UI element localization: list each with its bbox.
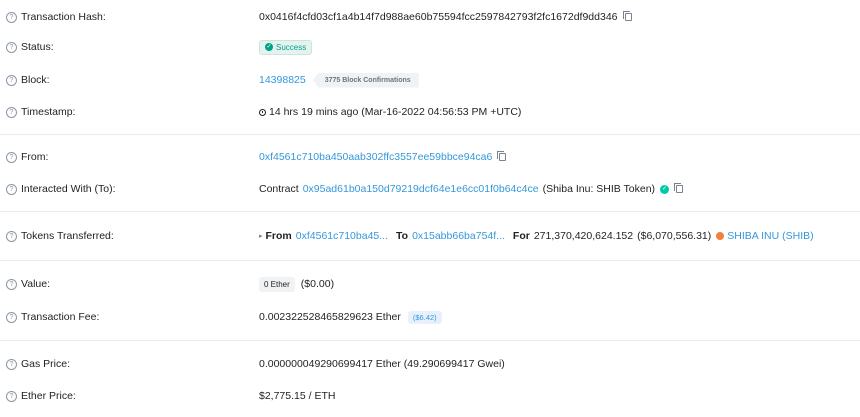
label-ether-price: Ether Price: bbox=[21, 390, 76, 402]
timestamp-value: 14 hrs 19 mins ago (Mar-16-2022 04:56:53… bbox=[269, 106, 522, 118]
block-number-link[interactable]: 14398825 bbox=[259, 74, 306, 86]
row-interacted-with: ? Interacted With (To): Contract 0x95ad6… bbox=[0, 178, 860, 200]
help-icon[interactable]: ? bbox=[6, 358, 17, 370]
label-group: ? Ether Price: bbox=[6, 390, 76, 402]
status-text: Success bbox=[276, 42, 307, 52]
check-circle-icon: ✓ bbox=[265, 43, 273, 51]
transaction-details: ? Transaction Hash: 0x0416f4cfd03cf1a4b1… bbox=[0, 0, 860, 417]
gas-price-value: 0.000000049290699417 Ether (49.290699417… bbox=[259, 358, 505, 370]
label-transaction-fee: Transaction Fee: bbox=[21, 311, 100, 323]
token-to-address-link[interactable]: 0x15abb66ba754f... bbox=[412, 230, 505, 242]
separator bbox=[0, 340, 860, 341]
row-tokens-transferred: ? Tokens Transferred: ▸ From 0xf4561c710… bbox=[0, 225, 860, 247]
separator bbox=[0, 260, 860, 261]
label-group: ? Gas Price: bbox=[6, 358, 70, 370]
label-transaction-hash: Transaction Hash: bbox=[21, 11, 106, 23]
fee-usd-badge: ($6.42) bbox=[407, 310, 442, 324]
value-group: ✓ Success bbox=[259, 39, 313, 55]
label-value: Value: bbox=[21, 278, 50, 290]
row-block: ? Block: 14398825 3775 Block Confirmatio… bbox=[0, 69, 860, 91]
separator bbox=[0, 211, 860, 212]
label-group: ? Timestamp: bbox=[6, 106, 75, 118]
value-group: 0.002322528465829623 Ether ($6.42) bbox=[259, 310, 442, 324]
value-group: ▸ From 0xf4561c710ba45... To 0x15abb66ba… bbox=[259, 230, 814, 242]
row-status: ? Status: ✓ Success bbox=[0, 36, 860, 58]
help-icon[interactable]: ? bbox=[6, 41, 17, 53]
token-from-label: From bbox=[265, 230, 292, 242]
row-gas-price: ? Gas Price: 0.000000049290699417 Ether … bbox=[0, 353, 860, 375]
label-group: ? Status: bbox=[6, 41, 54, 53]
label-gas-price: Gas Price: bbox=[21, 358, 71, 370]
from-address-link[interactable]: 0xf4561c710ba450aab302ffc3557ee59bbce94c… bbox=[259, 151, 492, 163]
row-ether-price: ? Ether Price: $2,775.15 / ETH bbox=[0, 385, 860, 407]
token-name-link[interactable]: SHIBA INU (SHIB) bbox=[727, 230, 813, 242]
value-group: Contract 0x95ad61b0a150d79219dcf64e1e6cc… bbox=[259, 183, 684, 195]
label-from: From: bbox=[21, 151, 49, 163]
label-group: ? Transaction Hash: bbox=[6, 11, 106, 23]
label-status: Status: bbox=[21, 41, 54, 53]
value-group: 14 hrs 19 mins ago (Mar-16-2022 04:56:53… bbox=[259, 106, 521, 118]
copy-icon[interactable] bbox=[622, 11, 632, 21]
ether-price-value: $2,775.15 / ETH bbox=[259, 390, 336, 402]
help-icon[interactable]: ? bbox=[6, 278, 17, 290]
separator bbox=[0, 134, 860, 135]
label-timestamp: Timestamp: bbox=[21, 106, 76, 118]
row-from: ? From: 0xf4561c710ba450aab302ffc3557ee5… bbox=[0, 146, 860, 168]
row-timestamp: ? Timestamp: 14 hrs 19 mins ago (Mar-16-… bbox=[0, 101, 860, 123]
clock-icon bbox=[259, 108, 266, 116]
label-group: ? Block: bbox=[6, 74, 50, 86]
row-transaction-hash: ? Transaction Hash: 0x0416f4cfd03cf1a4b1… bbox=[0, 6, 860, 28]
help-icon[interactable]: ? bbox=[6, 74, 17, 86]
value-group: 0 Ether ($0.00) bbox=[259, 276, 335, 292]
ether-value-badge: 0 Ether bbox=[259, 276, 295, 292]
value-group: 14398825 3775 Block Confirmations bbox=[259, 72, 419, 88]
help-icon[interactable]: ? bbox=[6, 106, 17, 118]
token-usd-value: ($6,070,556.31) bbox=[637, 230, 712, 242]
row-value: ? Value: 0 Ether ($0.00) bbox=[0, 273, 860, 295]
transaction-fee-value: 0.002322528465829623 Ether bbox=[259, 311, 401, 323]
label-group: ? Interacted With (To): bbox=[6, 183, 116, 195]
help-icon[interactable]: ? bbox=[6, 390, 17, 402]
copy-icon[interactable] bbox=[674, 183, 684, 193]
value-group: 0xf4561c710ba450aab302ffc3557ee59bbce94c… bbox=[259, 151, 507, 163]
shiba-token-icon bbox=[716, 232, 725, 240]
label-group: ? Tokens Transferred: bbox=[6, 230, 114, 242]
help-icon[interactable]: ? bbox=[6, 183, 17, 195]
contract-prefix: Contract bbox=[259, 183, 299, 195]
label-block: Block: bbox=[21, 74, 50, 86]
help-icon[interactable]: ? bbox=[6, 311, 17, 323]
token-from-address-link[interactable]: 0xf4561c710ba45... bbox=[296, 230, 388, 242]
verified-check-icon: ✓ bbox=[660, 184, 670, 194]
help-icon[interactable]: ? bbox=[6, 230, 17, 242]
help-icon[interactable]: ? bbox=[6, 151, 17, 163]
value-group: 0x0416f4cfd03cf1a4b14f7d988ae60b75594fcc… bbox=[259, 11, 632, 23]
value-usd: ($0.00) bbox=[300, 278, 335, 290]
block-confirmations-badge: 3775 Block Confirmations bbox=[312, 72, 419, 88]
row-transaction-fee: ? Transaction Fee: 0.002322528465829623 … bbox=[0, 306, 860, 328]
label-group: ? From: bbox=[6, 151, 48, 163]
label-group: ? Value: bbox=[6, 278, 50, 290]
help-icon[interactable]: ? bbox=[6, 11, 17, 23]
transaction-hash-value[interactable]: 0x0416f4cfd03cf1a4b14f7d988ae60b75594fcc… bbox=[259, 11, 618, 23]
contract-address-link[interactable]: 0x95ad61b0a150d79219dcf64e1e6cc01f0b64c4… bbox=[303, 183, 539, 195]
contract-name: (Shiba Inu: SHIB Token) bbox=[542, 183, 656, 195]
token-for-label: For bbox=[512, 230, 530, 242]
status-badge: ✓ Success bbox=[259, 39, 313, 55]
value-group: $2,775.15 / ETH bbox=[259, 390, 335, 402]
label-interacted-with: Interacted With (To): bbox=[21, 183, 116, 195]
caret-right-icon: ▸ bbox=[259, 233, 263, 240]
label-group: ? Transaction Fee: bbox=[6, 311, 99, 323]
label-tokens-transferred: Tokens Transferred: bbox=[21, 230, 114, 242]
copy-icon[interactable] bbox=[497, 151, 507, 161]
token-amount: 271,370,420,624.152 bbox=[533, 230, 634, 242]
token-to-label: To bbox=[396, 230, 409, 242]
value-group: 0.000000049290699417 Ether (49.290699417… bbox=[259, 358, 505, 370]
